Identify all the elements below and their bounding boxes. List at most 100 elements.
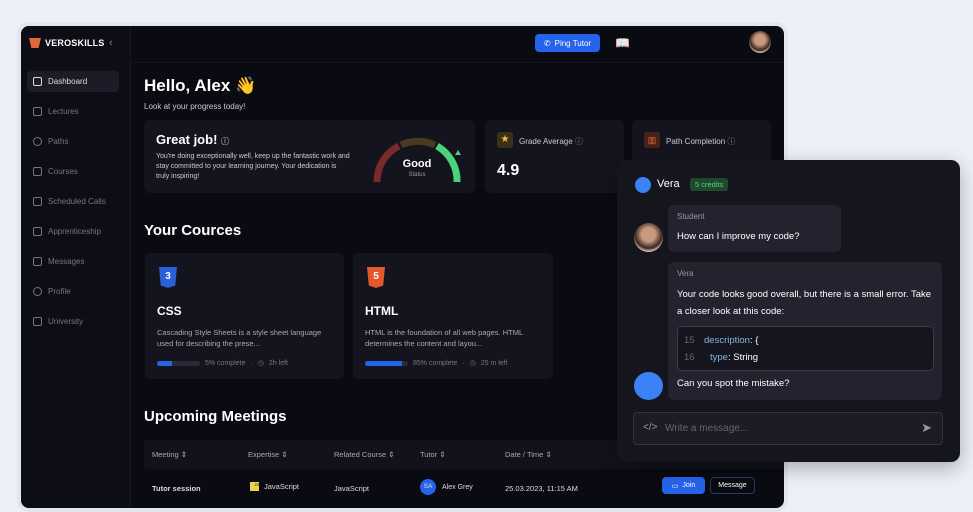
course-card-html[interactable]: 5 HTML HTML is the foundation of all web…: [353, 253, 553, 379]
nav-label: Dashboard: [48, 77, 88, 86]
courses-heading: Your Cources: [144, 222, 242, 239]
cell-datetime: 25.03.2023, 11:15 AM: [505, 484, 578, 493]
collapse-sidebar-icon[interactable]: ‹: [109, 37, 113, 49]
grade-average-card: ★ Grade Average ⓘ 4.9: [485, 120, 624, 193]
progress-fill: [365, 360, 402, 366]
sidebar-item-apprenticeship[interactable]: Apprenticeship: [27, 221, 119, 242]
course-title: CSS: [157, 304, 182, 318]
page-title: Hello, Alex 👋: [144, 76, 257, 95]
sidebar-item-messages[interactable]: Messages: [27, 251, 119, 272]
code-icon[interactable]: </>: [643, 422, 657, 433]
great-job-text: You're doing exceptionally well, keep up…: [156, 153, 350, 180]
join-label: Join: [682, 482, 696, 489]
user-avatar[interactable]: [749, 31, 771, 53]
credits-badge: 5 credits: [690, 178, 729, 191]
lectures-icon: [33, 107, 42, 116]
send-icon[interactable]: ➤: [921, 420, 932, 436]
column-header-datetime[interactable]: Date / Time ⇕: [505, 450, 552, 459]
course-desc: Cascading Style Sheets is a style sheet …: [157, 328, 322, 348]
message-text: Your code looks good overall, but there …: [677, 289, 932, 317]
info-icon[interactable]: ⓘ: [221, 137, 229, 146]
tutor-avatar: SA: [420, 479, 436, 495]
nav-label: Paths: [48, 137, 69, 146]
sender-label: Vera: [677, 269, 694, 278]
col-label: Meeting: [152, 450, 179, 459]
clock-icon: ◷: [257, 360, 264, 367]
sidebar-item-profile[interactable]: Profile: [27, 281, 119, 302]
calendar-icon: [33, 197, 42, 206]
sort-icon: ⇕: [545, 450, 552, 459]
column-header-expertise[interactable]: Expertise ⇕: [248, 450, 288, 459]
code-rest: : String: [727, 352, 759, 363]
gauge-segment-good: [435, 142, 461, 183]
nav-label: Apprenticeship: [48, 227, 101, 236]
sidebar: VEROSKILLS ‹ Dashboard Lectures Paths Co…: [21, 26, 131, 508]
sidebar-item-scheduled-calls[interactable]: Scheduled Calls: [27, 191, 119, 212]
progress-label: 5% complete: [205, 359, 246, 367]
gauge-value: Good: [402, 158, 432, 170]
nav-label: Courses: [48, 167, 78, 176]
course-meta: 5% complete · ◷ 2h left: [157, 359, 288, 367]
gauge-segment-mid: [399, 137, 437, 149]
sidebar-item-dashboard[interactable]: Dashboard: [27, 71, 119, 92]
expertise-label: JavaScript: [264, 482, 300, 491]
col-label: Tutor: [420, 450, 438, 459]
progress-fill: [157, 360, 173, 366]
chat-bot-name: Vera: [657, 178, 680, 190]
course-progress-bar: [365, 360, 408, 366]
sidebar-item-lectures[interactable]: Lectures: [27, 101, 119, 122]
phone-icon: ✆: [543, 38, 551, 48]
course-card-css[interactable]: 3 CSS Cascading Style Sheets is a style …: [145, 253, 344, 379]
code-key: description: [704, 335, 750, 346]
robot-icon: [635, 177, 651, 193]
compass-icon: [33, 137, 42, 146]
css3-icon: 3: [159, 267, 177, 288]
nav-label: Scheduled Calls: [48, 197, 106, 206]
info-icon[interactable]: ⓘ: [575, 137, 583, 146]
sender-label: Student: [677, 212, 705, 221]
chat-panel: Vera 5 credits Student How can I improve…: [617, 160, 960, 462]
course-desc: HTML is the foundation of all web pages.…: [365, 328, 523, 348]
sidebar-item-courses[interactable]: Courses: [27, 161, 119, 182]
great-job-card: Great job! ⓘ You're doing exceptionally …: [144, 120, 475, 193]
video-icon: ▭: [671, 482, 679, 490]
nav-label: Messages: [48, 257, 85, 266]
column-header-tutor[interactable]: Tutor ⇕: [420, 450, 446, 459]
tutor-name: Alex Grey: [442, 483, 473, 491]
sidebar-item-university[interactable]: University: [27, 311, 119, 332]
code-line: 15 description: {: [684, 332, 927, 349]
logo[interactable]: VEROSKILLS: [29, 38, 105, 48]
progress-label: 85% complete: [413, 359, 458, 367]
col-label: Date / Time: [505, 450, 544, 459]
vera-message: Vera Your code looks good overall, but t…: [668, 262, 942, 400]
course-meta: 85% complete · ◷ 25 m left: [365, 359, 508, 367]
join-button[interactable]: ▭ Join: [662, 477, 705, 494]
time-left: 25 m left: [480, 359, 508, 367]
nav-label: Lectures: [48, 107, 79, 116]
student-message: Student How can I improve my code?: [668, 205, 841, 252]
great-job-heading: Great job! ⓘ: [156, 132, 229, 147]
javascript-icon: JS: [250, 482, 259, 491]
book-icon: [33, 317, 42, 326]
sidebar-item-paths[interactable]: Paths: [27, 131, 119, 152]
ping-tutor-button[interactable]: ✆ Ping Tutor: [535, 34, 600, 52]
message-button[interactable]: Message: [710, 477, 755, 494]
sort-icon: ⇕: [388, 450, 395, 459]
column-header-meeting[interactable]: Meeting ⇕: [152, 450, 187, 459]
cell-course: JavaScript: [334, 484, 370, 493]
info-icon[interactable]: ⓘ: [727, 137, 735, 146]
course-progress-bar: [157, 360, 200, 366]
message-input[interactable]: </> Write a message... ➤: [633, 412, 943, 445]
cell-tutor: SA Alex Grey: [420, 479, 473, 495]
path-icon: ▥: [644, 132, 660, 148]
column-header-related-course[interactable]: Related Course ⇕: [334, 450, 395, 459]
gauge-label: Status: [408, 172, 426, 178]
great-job-title: Great job!: [156, 132, 218, 147]
apprenticeship-icon: [33, 227, 42, 236]
sort-icon: ⇕: [439, 450, 446, 459]
time-left: 2h left: [268, 359, 288, 367]
nav-label: University: [48, 317, 84, 326]
grade-label-wrap: Grade Average ⓘ: [519, 136, 583, 147]
student-avatar: [634, 223, 663, 252]
book-open-icon[interactable]: 📖: [615, 36, 630, 50]
